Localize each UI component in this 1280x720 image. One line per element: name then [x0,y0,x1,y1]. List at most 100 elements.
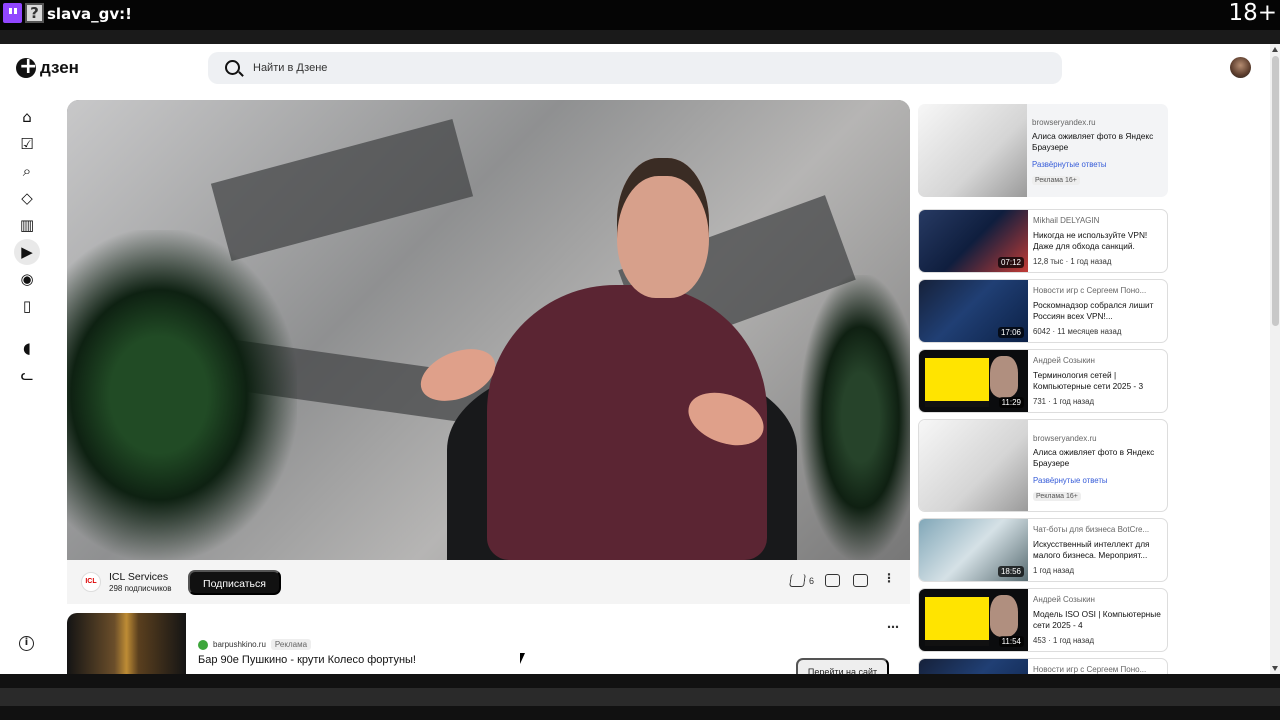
age-rating: 18+ [1228,0,1277,26]
scrollbar[interactable] [1270,44,1280,674]
card-title[interactable]: Алиса оживляет фото в Яндекс Браузере [1033,447,1165,469]
speaker-head [617,158,709,298]
video-thumbnail[interactable]: 17:06 [919,280,1028,342]
card-meta: 453 · 1 год назад [1033,636,1095,645]
card-link[interactable]: Развёрнутые ответы [1032,160,1107,169]
search-nav-icon[interactable]: ⌕ [14,158,40,184]
gamepad-icon[interactable]: ◖ [14,335,40,361]
play-icon[interactable]: ▶ [14,239,40,265]
side-ad-card[interactable]: browseryandex.ru Алиса оживляет фото в Ян… [918,419,1168,512]
check-icon[interactable]: ☑ [14,131,40,157]
video-thumbnail[interactable]: 11:29 [919,350,1028,412]
card-meta: 6042 · 11 месяцев назад [1033,327,1122,336]
channel-logo[interactable]: ICL [81,572,101,592]
card-title[interactable]: Модель ISO OSI | Компьютерные сети 2025 … [1033,609,1165,631]
video-duration: 17:06 [997,327,1024,338]
card-source: Mikhail DELYAGIN [1033,216,1100,225]
video-thumbnail[interactable] [919,659,1028,674]
card-source: browseryandex.ru [1033,434,1097,443]
video-card[interactable]: 11:29 Андрей Созыкин Терминология сетей | … [918,349,1168,413]
thumbs-up-icon [789,574,806,587]
card-meta: 731 · 1 год назад [1033,397,1095,406]
ad-label: Реклама [270,639,312,650]
video-thumbnail[interactable]: 07:12 [919,210,1028,272]
promo-thumbnail[interactable] [67,613,186,674]
left-navigation: ⌂ ☑ ⌕ ◇ ▥ ▶ ◉ ▯ ◖ ᓚ [14,104,40,389]
search-bar[interactable] [208,52,1062,84]
video-duration: 18:56 [997,566,1024,577]
scroll-down-icon[interactable] [1272,666,1278,671]
video-thumbnail[interactable]: 18:56 [919,519,1028,581]
source-icon [198,639,208,650]
promo-title[interactable]: Бар 90е Пушкино - крути Колесо фортуны! [198,654,416,666]
home-icon[interactable]: ⌂ [14,104,40,130]
video-channel-bar: ICL ICL Services 298 подписчиков Подписа… [67,560,910,604]
card-source: Новости игр с Сергеем Поно... [1033,286,1147,295]
promoted-card[interactable]: barpushkino.ru Реклама Бар 90е Пушкино - … [67,612,910,674]
card-title[interactable]: Роскомнадзор собрался лишит Россиян всех… [1033,300,1165,322]
like-count: 6 [809,575,815,586]
search-icon[interactable] [225,60,240,75]
chat-username: slava_gv [47,5,120,23]
user-avatar[interactable] [1230,57,1251,78]
cube-icon[interactable]: ◇ [14,185,40,211]
source-name: barpushkino.ru [213,640,266,649]
video-card-partial[interactable]: Новости игр с Сергеем Поно... [918,658,1168,674]
subscriber-count: 298 подписчиков [109,584,172,593]
subscribe-button[interactable]: Подписаться [188,570,281,595]
scroll-thumb[interactable] [1272,56,1279,326]
thumbnail-banner [925,597,989,646]
video-thumbnail[interactable]: 11:54 [919,589,1028,651]
dzen-logo[interactable]: дзен [16,54,79,79]
thumbnail-person [990,595,1018,637]
thumbnail-person [990,356,1018,398]
ad-thumbnail[interactable] [918,104,1027,197]
comments-icon[interactable] [825,574,840,587]
video-card[interactable]: 17:06 Новости игр с Сергеем Поно... Роском… [918,279,1168,343]
plant [67,230,297,560]
info-icon[interactable]: i [19,636,34,651]
dzen-logo-icon [16,54,37,79]
visit-site-button[interactable]: Перейти на сайт [796,658,889,674]
bookmark-icon[interactable]: ▯ [14,293,40,319]
card-title[interactable]: Алиса оживляет фото в Яндекс Браузере [1032,131,1164,153]
card-title[interactable]: Терминология сетей | Компьютерные сети 2… [1033,370,1165,392]
scroll-up-icon[interactable] [1272,47,1278,52]
thumbs-down-icon[interactable] [853,574,868,587]
chat-message: slava_gv:! [47,5,132,23]
thumbnail-banner [925,358,989,407]
card-title[interactable]: Никогда не используйте VPN! Даже для обх… [1033,230,1165,252]
logo-text: дзен [40,58,79,77]
video-card[interactable]: 07:12 Mikhail DELYAGIN Никогда не использу… [918,209,1168,273]
video-card[interactable]: 11:54 Андрей Созыкин Модель ISO OSI | Комп… [918,588,1168,652]
card-source: browseryandex.ru [1032,118,1096,127]
like-button[interactable]: 6 [789,574,815,587]
chat-text: :! [119,5,132,23]
book-icon[interactable]: ▥ [14,212,40,238]
stream-overlay-bar: ? slava_gv:! 18+ [0,0,1280,30]
ad-age-badge: Реклама 16+ [1032,176,1080,185]
cat-icon[interactable]: ᓚ [14,362,40,388]
more-vertical-icon[interactable]: ⋮ [883,571,895,585]
mouse-cursor [520,653,525,664]
side-ad-card[interactable]: browseryandex.ru Алиса оживляет фото в Ян… [918,104,1168,197]
video-card[interactable]: 18:56 Чат-боты для бизнеса BotCre... Искус… [918,518,1168,582]
ad-age-badge: Реклама 16+ [1033,492,1081,501]
card-source: Андрей Созыкин [1033,356,1095,365]
card-source: Андрей Созыкин [1033,595,1095,604]
ad-thumbnail[interactable] [919,420,1028,511]
card-source: Новости игр с Сергеем Поно... [1033,665,1147,674]
window-gap [0,30,1280,44]
recommendation-list: browseryandex.ru Алиса оживляет фото в Ян… [918,104,1168,674]
card-title[interactable]: Искусственный интеллект для малого бизне… [1033,539,1165,561]
card-meta: 1 год назад [1033,566,1075,575]
channel-name[interactable]: ICL Services [109,571,168,583]
more-horizontal-icon[interactable]: ⋯ [887,620,899,634]
database-icon[interactable]: ◉ [14,266,40,292]
search-input[interactable] [253,58,1013,78]
card-link[interactable]: Развёрнутые ответы [1033,476,1108,485]
card-meta: 12,8 тыс · 1 год назад [1033,257,1112,266]
dzen-page: дзен ⌂ ☑ ⌕ ◇ ▥ ▶ ◉ ▯ ◖ ᓚ i ICL ICL Servi… [0,44,1280,674]
video-duration: 11:54 [998,636,1024,647]
video-player[interactable] [67,100,910,560]
